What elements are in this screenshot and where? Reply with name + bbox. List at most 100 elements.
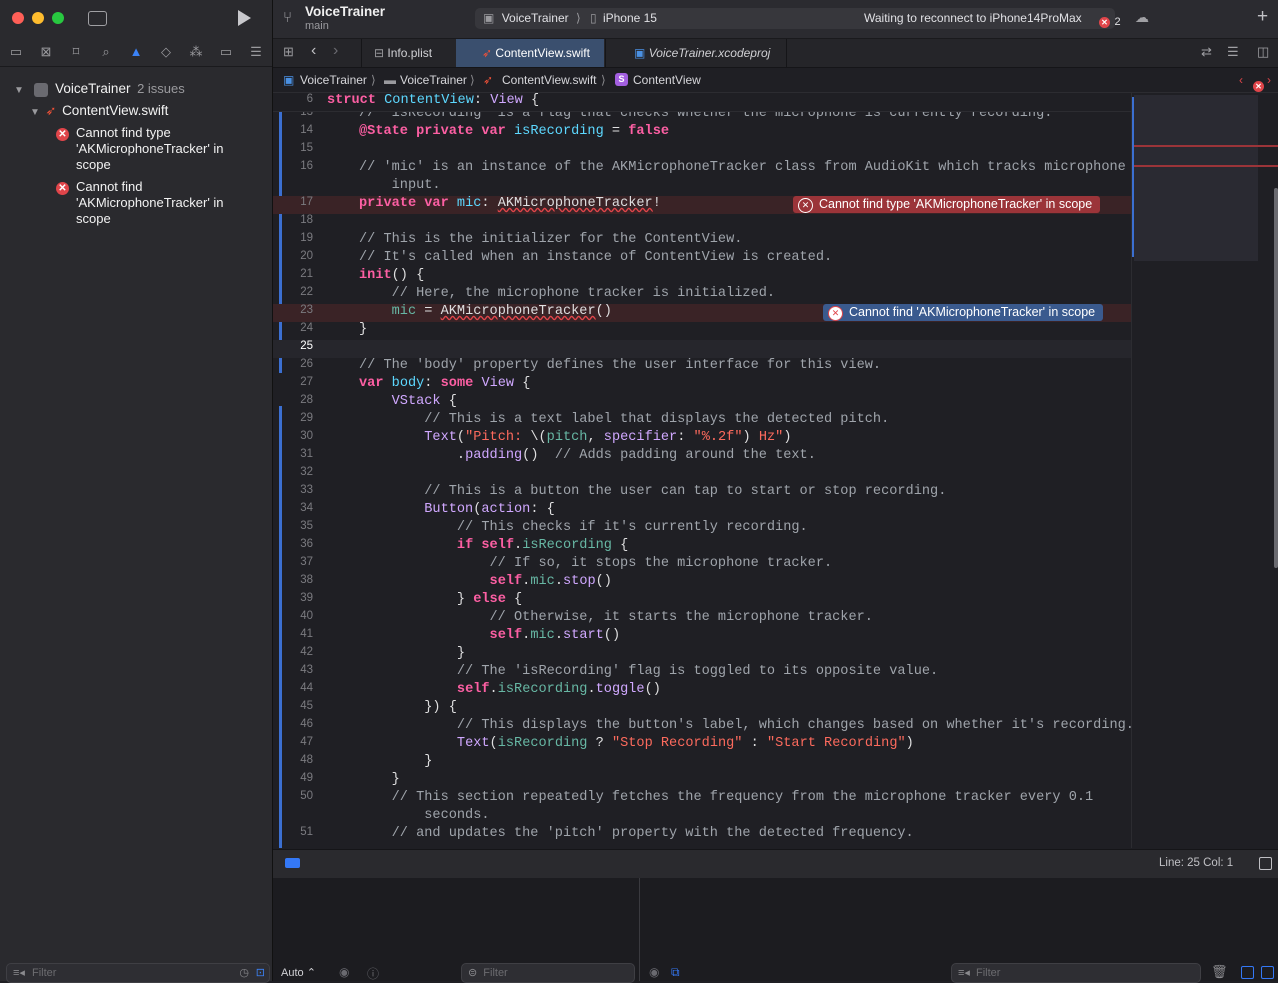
run-button[interactable] [238,10,251,26]
scheme-selector[interactable]: VoiceTrainer [502,11,569,25]
layout-icon[interactable] [1259,857,1272,870]
line-number: 28 [300,394,313,406]
filter-placeholder: Filter [483,967,508,979]
swift-file-icon: ➶ [483,73,494,87]
error-icon: ✕ [798,198,813,213]
project-name: VoiceTrainer [55,81,131,96]
zoom-window-button[interactable] [52,12,64,24]
source-control-icon[interactable]: ⊠ [38,44,54,60]
line-number: 42 [300,646,313,658]
error-icon: ✕ [828,306,843,321]
bookmark-icon[interactable]: ⌑ [68,44,84,60]
jumpbar-project[interactable]: VoiceTrainer [300,68,367,92]
branch-name: main [305,20,329,32]
minimize-window-button[interactable] [32,12,44,24]
chevron-down-icon[interactable]: ▼ [14,85,24,96]
file-row[interactable]: ▼ ➶ ContentView.swift [30,100,168,122]
trash-icon[interactable]: 🗑 [1211,964,1228,980]
issue-error-1[interactable]: ✕ [56,125,69,141]
iphone-icon: ▯ [589,11,597,25]
sticky-scope-header[interactable]: 6 struct ContentView: View { [273,93,1131,112]
close-window-button[interactable] [12,12,24,24]
table-icon: ⊟ [374,46,385,60]
source-editor[interactable]: 13// 'isRecording' is a flag that checks… [273,93,1131,848]
line-number: 46 [300,718,313,730]
line-number: 47 [300,736,313,748]
cloud-icon[interactable]: ☁ [1135,9,1149,26]
variables-view-toggle[interactable] [1241,966,1254,979]
forward-arrow-icon[interactable]: › [333,42,338,60]
line-number: 51 [300,826,313,838]
sidebar-filter-field[interactable]: ≡◂ Filter ◷ ⊡ [6,963,270,983]
issue-text[interactable]: Cannot find type 'AKMicrophoneTracker' i… [76,125,256,173]
line-number: 26 [300,358,313,370]
line-number: 23 [300,304,313,316]
line-number: 14 [300,124,313,136]
minimap-viewport[interactable] [1134,95,1258,261]
issue-text[interactable]: Cannot find 'AKMicrophoneTracker' in sco… [76,179,256,227]
back-arrow-icon[interactable]: ‹ [311,42,316,60]
variables-scope-select[interactable]: Auto ⌃ [281,966,316,979]
sidebar-toggle-icon[interactable] [88,11,107,26]
tab-contentview-swift[interactable]: ➶ ContentView.swift [456,39,604,67]
error-badge[interactable]: ✕ 2 [1099,12,1121,30]
line-number-current: 25 [300,340,313,352]
next-issue-icon[interactable]: › [1267,68,1271,92]
jump-bar: ▣ VoiceTrainer ⟩ ▬ VoiceTrainer ⟩ ➶ Cont… [273,68,1278,93]
jumpbar-symbol[interactable]: ContentView [633,68,701,92]
console-filter-field[interactable]: ≡◂ Filter [951,963,1201,983]
app-icon: ▣ [483,11,495,25]
grid-icon[interactable]: ⊞ [283,44,294,60]
window-title: VoiceTrainer [305,4,386,19]
split-editor-icon[interactable]: ◫ [1257,44,1269,60]
line-number: 37 [300,556,313,568]
related-items-icon[interactable]: ⇄ [1201,44,1212,60]
tab-info-plist[interactable]: ⊟ Info.plist [361,39,456,67]
line-number: 20 [300,250,313,262]
issue-error-2[interactable]: ✕ [56,179,69,195]
info-icon[interactable]: ⓘ [367,965,379,982]
line-number: 48 [300,754,313,766]
report-icon[interactable]: ☰ [248,44,264,60]
scope-label: Auto [281,967,304,979]
line-number: 39 [300,592,313,604]
line-number: 34 [300,502,313,514]
debug-icon[interactable]: ⁂ [188,44,204,60]
add-icon[interactable]: + [1257,6,1268,28]
jumpbar-file[interactable]: ContentView.swift [502,68,597,92]
tab-label: VoiceTrainer.xcodeproj [648,46,771,60]
breakpoint-icon[interactable]: ▭ [218,44,234,60]
line-number: 38 [300,574,313,586]
project-row[interactable]: ▼ VoiceTrainer 2 issues [14,78,185,100]
search-icon[interactable]: ⌕ [98,44,114,60]
error-banner[interactable]: ✕ Cannot find type 'AKMicrophoneTracker' … [793,196,1101,213]
device-selector[interactable]: iPhone 15 [603,11,657,25]
jumpbar-group[interactable]: VoiceTrainer [400,68,467,92]
clock-icon[interactable]: ◷ [239,964,249,982]
error-banner[interactable]: ✕ Cannot find 'AKMicrophoneTracker' in sc… [823,304,1104,321]
minimap-error-marker [1132,165,1278,167]
debug-area-toggle[interactable] [285,858,300,868]
issue-navigator-icon[interactable]: ▲ [128,44,144,60]
filter-icon: ≡◂ [13,967,25,979]
folder-icon[interactable]: ▭ [8,44,24,60]
previous-issue-icon[interactable]: ‹ [1239,68,1243,92]
editor-options-icon[interactable]: ☰ [1227,44,1239,60]
filter-placeholder: Filter [32,967,57,979]
line-number: 31 [300,448,313,460]
test-icon[interactable]: ◇ [158,44,174,60]
tab-xcodeproj[interactable]: ▣ VoiceTrainer.xcodeproj [605,39,787,67]
line-number: 35 [300,520,313,532]
minimap[interactable] [1131,93,1278,848]
console-view-toggle[interactable] [1261,966,1274,979]
eye-icon[interactable]: ◉ [649,965,659,979]
editor-status-bar: Line: 25 Col: 1 [273,849,1278,878]
chevron-down-icon[interactable]: ▼ [30,107,40,118]
scrollbar-thumb[interactable] [1274,188,1278,568]
tab-bar: ⊞ ‹ › ⊟ Info.plist ➶ ContentView.swift ▣… [273,39,1278,68]
variables-filter-field[interactable]: ⊜ Filter [461,963,635,983]
eye-icon[interactable]: ◉ [339,965,349,979]
error-filter-icon[interactable]: ⊡ [256,964,265,982]
console-toggle-icon[interactable]: ⧉ [671,965,680,980]
tab-label: Info.plist [387,46,433,60]
